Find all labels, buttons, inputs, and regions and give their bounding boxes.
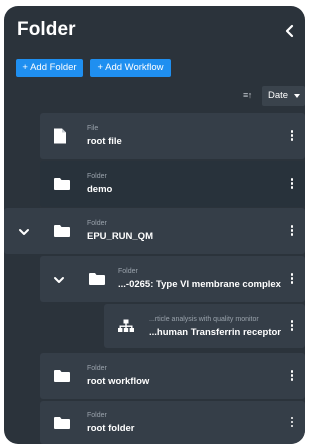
chevron-down-icon[interactable] <box>18 227 30 237</box>
more-options-icon[interactable] <box>289 370 295 382</box>
more-options-icon[interactable] <box>289 225 295 237</box>
tree-item-human-transferrin-receptor[interactable]: ...rticle analysis with quality monitor … <box>104 304 305 348</box>
tree-item-name: root folder <box>87 423 135 434</box>
tree-item-name: ...human Transferrin receptor <box>149 327 281 338</box>
folder-icon <box>54 370 70 382</box>
more-options-icon[interactable] <box>289 416 295 429</box>
tree-item-name: root workflow <box>87 376 150 387</box>
chevron-left-icon[interactable] <box>284 24 296 38</box>
tree-item-name: root file <box>87 136 122 147</box>
add-folder-button[interactable]: + Add Folder <box>16 59 83 77</box>
tree-item-epu-run-qm[interactable]: Folder EPU_RUN_QM <box>4 208 305 254</box>
folder-panel: Folder + Add Folder + Add Workflow ≡↑ Da… <box>4 6 305 444</box>
tree-item-name: ...-0265: Type VI membrane complex <box>118 279 281 290</box>
add-workflow-button[interactable]: + Add Workflow <box>90 59 171 77</box>
tree-item-type: Folder <box>87 365 107 372</box>
folder-icon <box>54 225 70 237</box>
folder-icon <box>54 178 70 190</box>
sort-select[interactable]: Date <box>262 86 305 106</box>
tree-item-type: ...rticle analysis with quality monitor <box>149 316 259 323</box>
caret-down-icon <box>294 94 300 98</box>
tree-item-type: Folder <box>87 412 107 419</box>
workflow-icon <box>118 319 134 332</box>
more-options-icon[interactable] <box>289 320 295 332</box>
tree-item-root-folder[interactable]: Folder root folder <box>40 401 305 444</box>
chevron-down-icon[interactable] <box>53 275 65 285</box>
tree-item-type-vi-membrane-complex[interactable]: Folder ...-0265: Type VI membrane comple… <box>40 256 305 302</box>
file-icon <box>54 128 66 144</box>
tree-item-type: Folder <box>118 268 138 275</box>
tree-item-type: File <box>87 125 99 132</box>
tree-item-name: EPU_RUN_QM <box>87 231 153 242</box>
more-options-icon[interactable] <box>289 273 295 285</box>
sort-order-icon[interactable]: ≡↑ <box>243 90 252 100</box>
panel-header: Folder <box>4 6 305 52</box>
panel-title: Folder <box>17 19 76 40</box>
tree-item-name: demo <box>87 184 113 195</box>
more-options-icon[interactable] <box>289 130 295 142</box>
sort-select-value: Date <box>268 90 289 101</box>
tree-item-type: Folder <box>87 173 107 180</box>
tree-item-type: Folder <box>87 220 107 227</box>
folder-icon <box>54 416 70 429</box>
tree-item-demo[interactable]: Folder demo <box>40 161 305 207</box>
tree-item-root-workflow[interactable]: Folder root workflow <box>40 353 305 399</box>
folder-icon <box>89 273 105 285</box>
tree-item-root-file[interactable]: File root file <box>40 113 305 159</box>
more-options-icon[interactable] <box>289 178 295 190</box>
